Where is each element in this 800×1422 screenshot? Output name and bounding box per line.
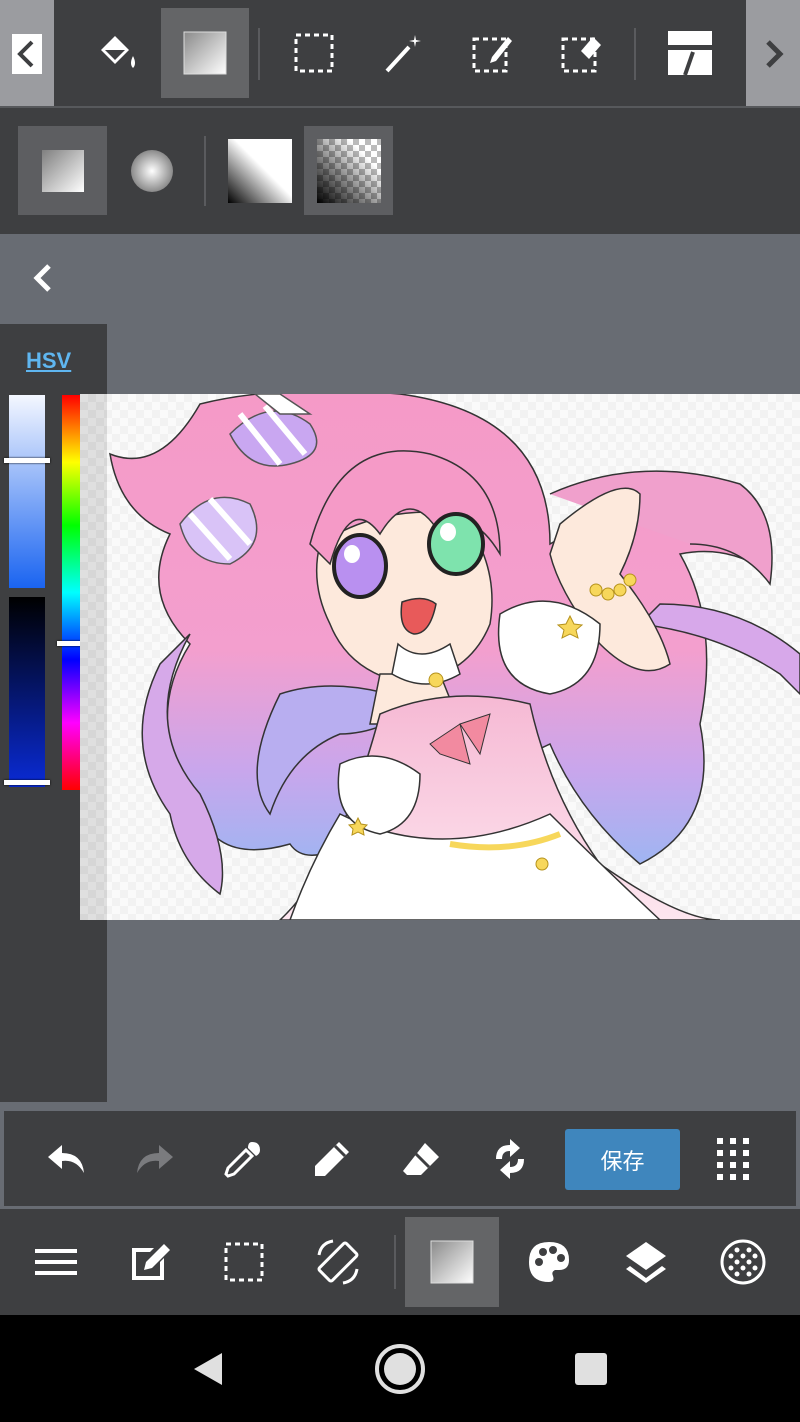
radial-gradient-button[interactable] <box>107 126 196 215</box>
pen-icon <box>315 1141 349 1176</box>
toolbar-divider <box>394 1235 396 1289</box>
grid-menu-icon <box>717 1137 749 1180</box>
nav-home-button[interactable] <box>350 1315 450 1422</box>
gradient-options-bar <box>0 108 800 234</box>
magic-wand-icon <box>385 35 421 73</box>
nav-recents-icon <box>575 1352 607 1385</box>
brightness-slider[interactable] <box>9 597 45 787</box>
pen-button[interactable] <box>292 1111 372 1206</box>
eyedropper-button[interactable] <box>203 1111 283 1206</box>
nav-home-icon <box>375 1343 425 1394</box>
undo-icon <box>48 1144 84 1173</box>
rect-select-button[interactable] <box>270 8 358 98</box>
magic-wand-button[interactable] <box>359 8 447 98</box>
palette-icon <box>529 1242 569 1282</box>
toolbar-divider <box>258 28 260 80</box>
edit-icon <box>132 1244 170 1280</box>
layers-icon <box>626 1242 666 1283</box>
brightness-handle[interactable] <box>4 780 50 785</box>
options-divider <box>204 136 206 206</box>
gradient-button[interactable] <box>405 1217 499 1307</box>
linear-gradient-button[interactable] <box>18 126 107 215</box>
undo-button[interactable] <box>26 1111 106 1206</box>
artwork-illustration <box>80 394 800 920</box>
eraser-button[interactable] <box>381 1111 461 1206</box>
selection-button[interactable] <box>197 1217 291 1307</box>
color-mode-toggle[interactable]: HSV <box>26 348 71 374</box>
scroll-left-button[interactable] <box>0 0 54 107</box>
drawing-canvas[interactable] <box>80 394 800 920</box>
saturation-slider[interactable] <box>9 395 45 588</box>
divide-panel-icon <box>668 31 712 76</box>
radial-gradient-icon <box>130 149 173 192</box>
gradient-tool-icon <box>183 31 227 75</box>
scroll-right-icon <box>766 39 784 68</box>
scroll-right-button[interactable] <box>746 0 800 107</box>
chevron-left-icon <box>33 264 51 292</box>
black-white-gradient-button[interactable] <box>215 126 304 215</box>
halftone-button[interactable] <box>696 1217 790 1307</box>
select-eraser-icon <box>561 37 601 73</box>
nav-back-button[interactable] <box>158 1315 258 1422</box>
halftone-icon <box>720 1239 766 1285</box>
main-toolbar <box>0 1209 800 1315</box>
transparent-gradient-button[interactable] <box>304 126 393 215</box>
system-nav-bar <box>0 1315 800 1422</box>
rotate-icon <box>496 1138 524 1179</box>
save-button[interactable]: 保存 <box>565 1129 680 1190</box>
top-toolbar <box>0 0 800 108</box>
scroll-left-icon <box>12 33 42 74</box>
linear-gradient-icon <box>41 149 84 192</box>
redo-icon <box>137 1144 173 1173</box>
grid-menu-button[interactable] <box>693 1111 773 1206</box>
redo-button[interactable] <box>115 1111 195 1206</box>
menu-icon <box>35 1249 77 1275</box>
back-button[interactable] <box>24 258 64 298</box>
fill-tool-button[interactable] <box>72 8 160 98</box>
gradient-icon <box>430 1240 474 1284</box>
toolbar-divider <box>634 28 636 80</box>
action-toolbar: 保存 <box>4 1111 796 1206</box>
layers-button[interactable] <box>599 1217 693 1307</box>
select-pen-button[interactable] <box>448 8 536 98</box>
saturation-handle[interactable] <box>4 458 50 463</box>
rect-select-icon <box>294 33 334 73</box>
eyedropper-icon <box>224 1141 260 1178</box>
gradient-tool-button[interactable] <box>161 8 249 98</box>
nav-recents-button[interactable] <box>541 1315 641 1422</box>
edit-button[interactable] <box>103 1217 197 1307</box>
black-white-gradient-icon <box>227 138 292 203</box>
paint-bucket-icon <box>101 36 135 68</box>
selection-icon <box>224 1242 264 1282</box>
eraser-icon <box>403 1142 439 1175</box>
divide-panel-button[interactable] <box>646 8 734 98</box>
select-pen-icon <box>472 37 512 73</box>
rotate-button[interactable] <box>470 1111 550 1206</box>
rotate-canvas-button[interactable] <box>291 1217 385 1307</box>
nav-back-icon <box>194 1352 222 1385</box>
select-eraser-button[interactable] <box>537 8 625 98</box>
palette-button[interactable] <box>502 1217 596 1307</box>
rotate-canvas-icon <box>317 1239 359 1285</box>
menu-button[interactable] <box>9 1217 103 1307</box>
transparent-gradient-icon <box>316 138 381 203</box>
